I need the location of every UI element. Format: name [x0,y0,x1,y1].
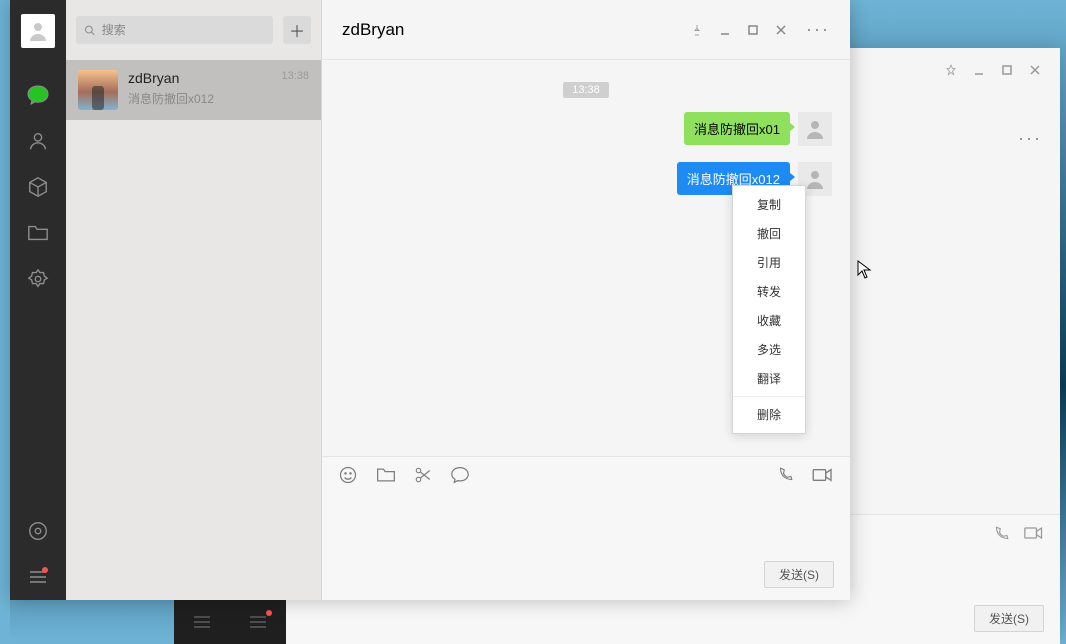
emoji-icon[interactable] [338,465,358,488]
search-input[interactable] [102,23,265,37]
compose-area: 发送(S) [322,456,850,600]
chat-header: zdBryan ··· [322,0,850,60]
conversation-avatar [78,70,118,110]
ctx-translate[interactable]: 翻译 [733,364,805,393]
wechat-main-window: ＋ zdBryan 13:38 消息防撤回x012 zdBryan ··· [10,0,850,600]
ctx-separator [733,396,805,397]
ctx-favorite[interactable]: 收藏 [733,306,805,335]
message-row: 消息防撤回x01 [340,112,832,146]
add-button[interactable]: ＋ [283,16,311,44]
conversation-list-column: ＋ zdBryan 13:38 消息防撤回x012 [66,0,322,600]
bg-close-icon[interactable] [1022,58,1048,82]
call-icon[interactable] [776,466,794,487]
ctx-multiselect[interactable]: 多选 [733,335,805,364]
chat-timestamp: 13:38 [563,82,609,98]
ctx-delete[interactable]: 删除 [733,400,805,429]
chat-title: zdBryan [342,20,404,40]
bg-video-icon[interactable] [1024,525,1044,546]
maximize-icon[interactable] [740,18,766,42]
bg-maximize-icon[interactable] [994,58,1020,82]
desktop-background [0,0,10,644]
taskbar-hamburger2-icon[interactable] [230,600,286,644]
bg-send-button[interactable]: 发送(S) [974,605,1044,632]
self-avatar[interactable] [21,14,55,48]
ctx-copy[interactable]: 复制 [733,190,805,219]
bg-pin-icon[interactable] [938,58,964,82]
compose-toolbar [338,465,834,488]
minimize-icon[interactable] [712,18,738,42]
message-bubble[interactable]: 消息防撤回x01 [684,112,790,145]
ctx-recall[interactable]: 撤回 [733,219,805,248]
compose-textarea[interactable] [338,488,834,561]
chat-history-icon[interactable] [450,466,470,487]
nav-files-icon[interactable] [10,210,66,256]
taskbar-hamburger-icon[interactable] [174,600,230,644]
send-button[interactable]: 发送(S) [764,561,834,588]
bg-call-icon[interactable] [992,525,1010,546]
conversation-name: zdBryan [128,70,179,86]
folder-icon[interactable] [376,466,396,487]
search-input-wrap[interactable] [76,16,273,44]
nav-rail [10,0,66,600]
search-icon [84,24,96,37]
chat-more-icon[interactable]: ··· [806,19,830,40]
nav-miniapp-icon[interactable] [10,256,66,302]
conversation-preview: 消息防撤回x012 [128,90,309,107]
message-context-menu: 复制 撤回 引用 转发 收藏 多选 翻译 删除 [732,185,806,434]
ctx-forward[interactable]: 转发 [733,277,805,306]
bg-minimize-icon[interactable] [966,58,992,82]
taskbar-notification-dot [266,610,272,616]
nav-menu-icon[interactable] [10,554,66,600]
message-avatar[interactable] [798,112,832,146]
pin-icon[interactable] [684,18,710,42]
nav-favorites-icon[interactable] [10,164,66,210]
conversation-time: 13:38 [281,70,309,86]
video-icon[interactable] [812,467,834,486]
bg-chat-more-icon[interactable]: ··· [1018,128,1042,149]
scissors-icon[interactable] [414,466,432,487]
close-icon[interactable] [768,18,794,42]
nav-miniprogram-icon[interactable] [10,508,66,554]
ctx-quote[interactable]: 引用 [733,248,805,277]
chat-panel: zdBryan ··· 13:38 消息防撤回x01 消息防撤回x012 [322,0,850,600]
nav-contacts-icon[interactable] [10,118,66,164]
nav-menu-notification-dot [42,567,48,573]
nav-chat-icon[interactable] [10,72,66,118]
search-row: ＋ [66,0,321,60]
conversation-item[interactable]: zdBryan 13:38 消息防撤回x012 [66,60,321,120]
